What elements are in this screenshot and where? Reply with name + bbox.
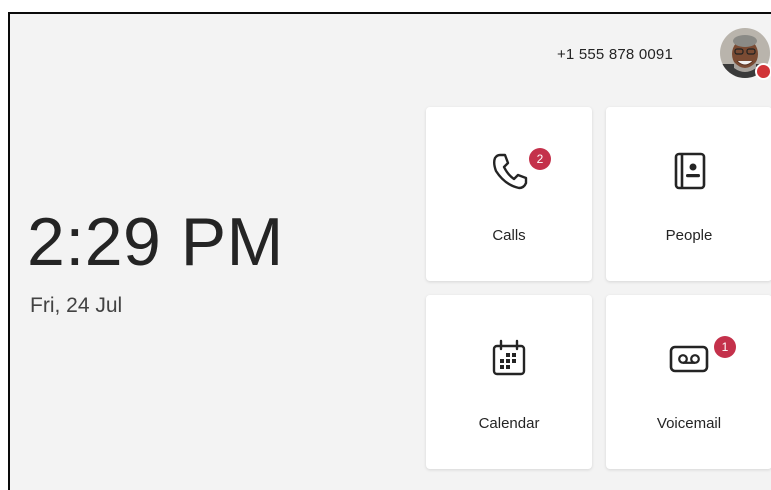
voicemail-icon [667,337,711,381]
clock-date: Fri, 24 Jul [30,294,123,317]
tile-voicemail-label: Voicemail [656,415,722,432]
tile-calendar-label: Calendar [478,415,540,432]
tile-calls-label: Calls [492,227,526,244]
voicemail-badge: 1 [714,336,736,358]
presence-status-dot [755,63,771,80]
home-screen: +1 555 878 0091 2:29 PM Fri, 24 Jul 2 Ca… [8,12,771,490]
tile-calendar[interactable]: Calendar [426,295,592,469]
calls-badge: 2 [529,148,551,170]
tile-people-label: People [665,227,713,244]
contact-book-icon [667,149,711,193]
phone-icon [487,149,531,193]
calendar-icon [487,337,531,381]
tile-people[interactable]: People [606,107,771,281]
clock-time: 2:29 PM [27,204,284,280]
tile-calls[interactable]: 2 Calls [426,107,592,281]
avatar[interactable] [720,28,771,80]
phone-number: +1 555 878 0091 [556,46,673,63]
tile-voicemail[interactable]: 1 Voicemail [606,295,771,469]
